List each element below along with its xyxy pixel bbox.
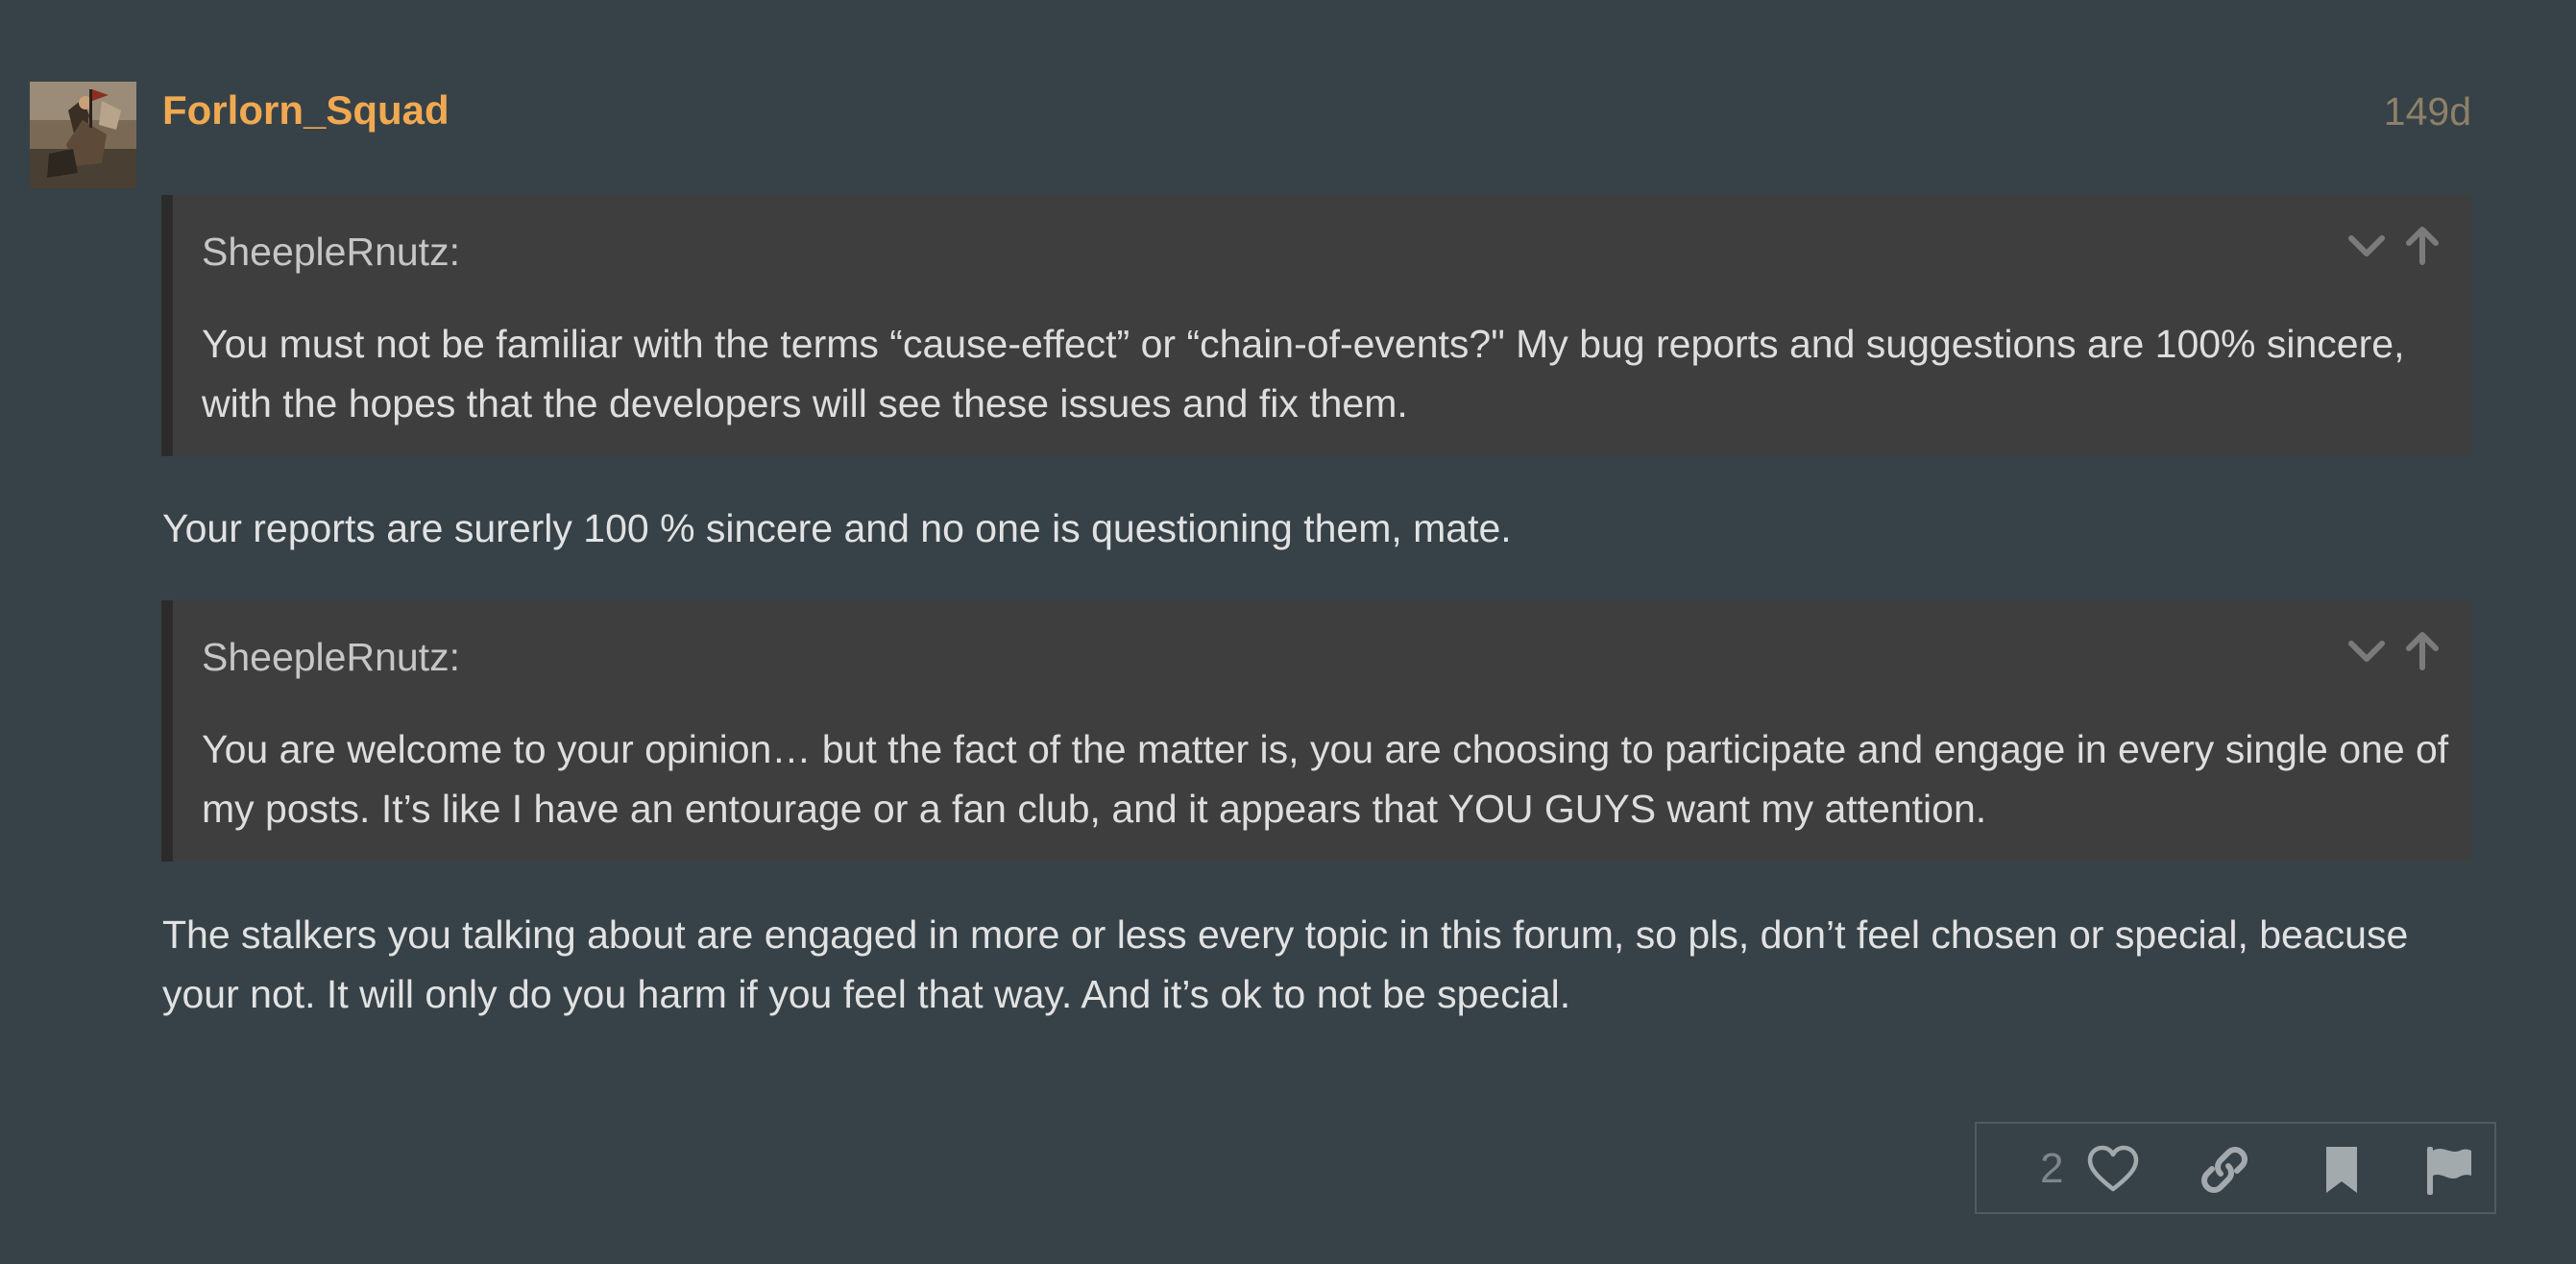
post-author[interactable]: Forlorn_Squad — [162, 87, 450, 134]
post-actions: 2 — [1975, 1122, 2496, 1214]
like-count[interactable]: 2 — [2040, 1145, 2063, 1193]
chevron-down-icon — [2348, 641, 2385, 662]
expand-quote-button[interactable] — [2345, 629, 2388, 671]
heart-icon — [2087, 1145, 2139, 1192]
chevron-down-icon — [2348, 235, 2385, 256]
go-to-quoted-post-button[interactable] — [2401, 224, 2443, 266]
forum-post: Forlorn_Squad 149d SheepleRnutz: You mus… — [0, 0, 2576, 1264]
arrow-up-icon — [2406, 632, 2439, 670]
flag-button[interactable] — [2421, 1143, 2475, 1197]
quote-controls — [2345, 629, 2443, 671]
like-button[interactable] — [2086, 1143, 2140, 1197]
quote-controls — [2345, 224, 2443, 266]
quote-block: SheepleRnutz: You are welcome to your op… — [161, 600, 2472, 862]
post-age[interactable]: 149d — [2384, 89, 2471, 134]
arrow-up-icon — [2406, 227, 2439, 265]
quote-author[interactable]: SheepleRnutz: — [202, 635, 460, 680]
bookmark-button[interactable] — [2315, 1143, 2369, 1197]
quote-block: SheepleRnutz: You must not be familiar w… — [161, 195, 2472, 456]
copy-link-button[interactable] — [2198, 1143, 2251, 1197]
flag-icon — [2427, 1147, 2471, 1195]
reply-text: The stalkers you talking about are engag… — [162, 912, 2409, 1016]
go-to-quoted-post-button[interactable] — [2401, 629, 2443, 671]
avatar[interactable] — [30, 82, 136, 188]
quote-text: You must not be familiar with the terms … — [202, 322, 2405, 425]
reply-text: Your reports are surerly 100 % sincere a… — [162, 506, 1512, 550]
painting-avatar-icon — [30, 82, 136, 188]
quote-author[interactable]: SheepleRnutz: — [202, 230, 460, 275]
link-icon — [2201, 1147, 2248, 1193]
expand-quote-button[interactable] — [2345, 224, 2388, 266]
bookmark-icon — [2326, 1147, 2357, 1193]
quote-text: You are welcome to your opinion… but the… — [202, 727, 2449, 831]
